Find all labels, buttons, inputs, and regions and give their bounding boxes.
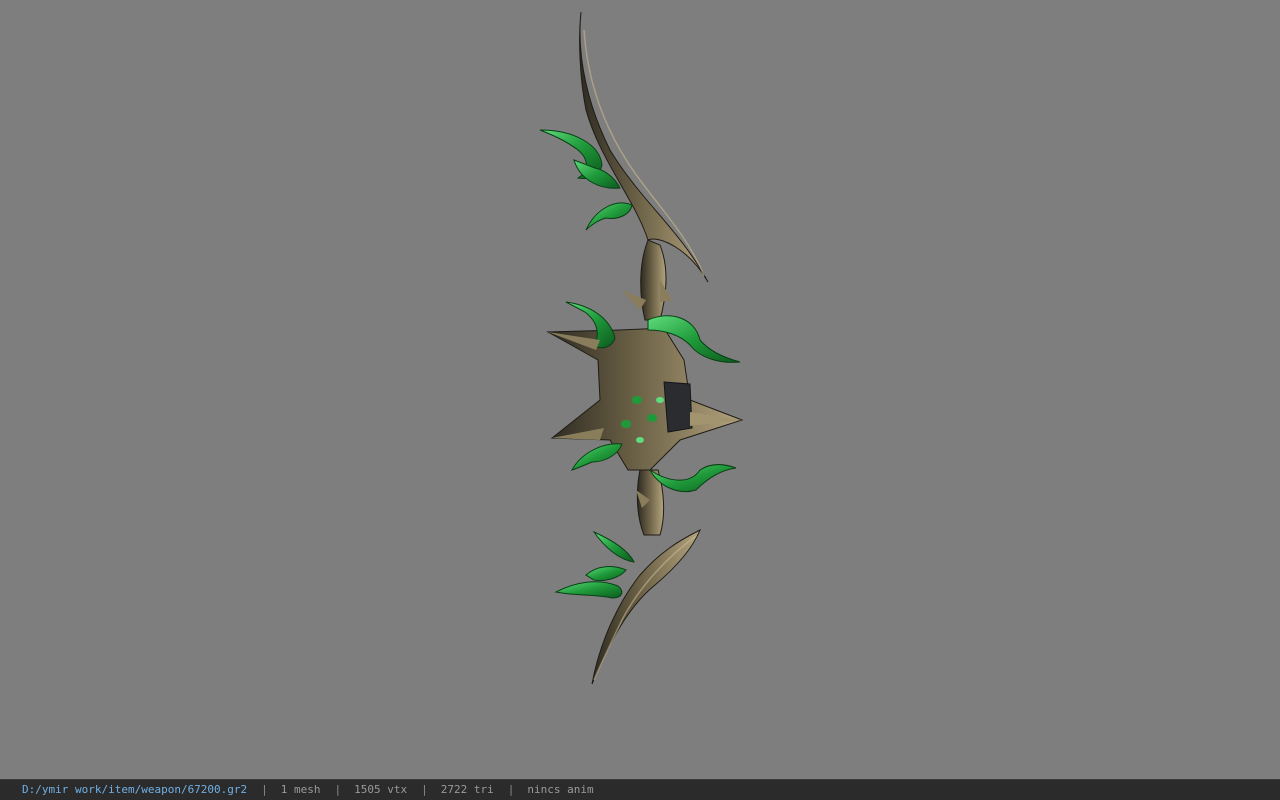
green-thorn-10 bbox=[585, 566, 627, 581]
bow-riser bbox=[546, 327, 744, 471]
mesh-count-text: 1 mesh bbox=[280, 783, 321, 796]
status-bar: D:/ymir work/item/weapon/67200.gr2 | 1 mes… bbox=[0, 779, 1280, 800]
riser-gem-5 bbox=[636, 437, 644, 443]
green-thorn-6 bbox=[570, 443, 623, 471]
green-thorn-9 bbox=[554, 581, 623, 599]
bow-upper-limb-ridge bbox=[583, 29, 705, 277]
3d-viewport[interactable] bbox=[0, 0, 1280, 779]
riser-gem-3 bbox=[621, 420, 631, 428]
bow-model[interactable] bbox=[0, 0, 1280, 779]
triangle-count-text: 2722 tri bbox=[440, 783, 494, 796]
riser-gem-1 bbox=[632, 396, 642, 404]
riser-gem-2 bbox=[647, 414, 657, 422]
riser-gem-4 bbox=[656, 397, 664, 403]
file-path-text: D:/ymir work/item/weapon/67200.gr2 bbox=[22, 783, 248, 796]
green-thorn-3 bbox=[585, 202, 633, 231]
bow-lower-limb bbox=[591, 528, 701, 685]
status-separator: | bbox=[334, 783, 342, 796]
vertex-count-text: 1505 vtx bbox=[354, 783, 408, 796]
green-thorn-7 bbox=[649, 464, 737, 493]
bow-riser-core bbox=[663, 381, 693, 433]
status-separator: | bbox=[421, 783, 428, 796]
bow-upper-neck bbox=[640, 239, 667, 321]
status-separator: | bbox=[507, 783, 515, 796]
animation-status-text: nincs anim bbox=[527, 783, 594, 796]
green-thorn-8 bbox=[592, 530, 635, 563]
bow-upper-limb bbox=[579, 11, 709, 283]
status-separator: | bbox=[261, 783, 268, 796]
